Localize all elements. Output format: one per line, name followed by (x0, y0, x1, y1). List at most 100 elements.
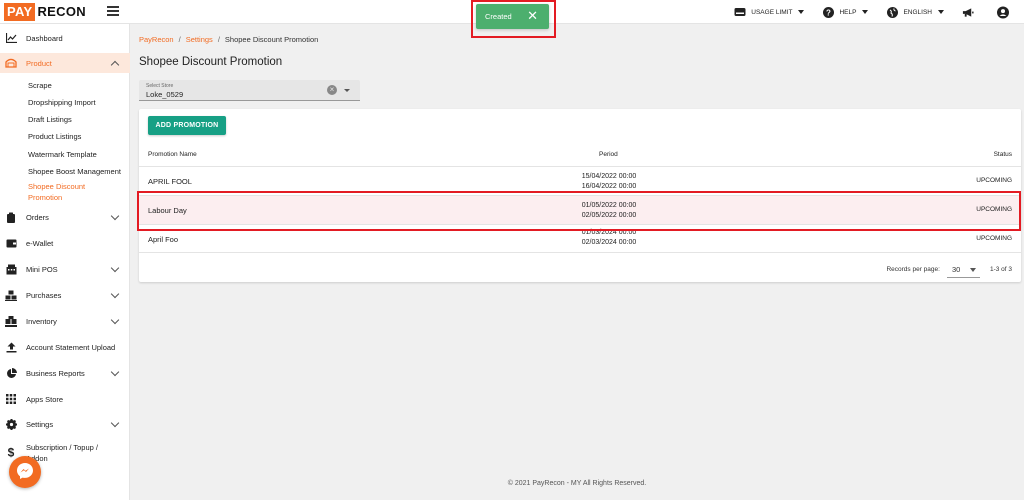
chevron-down-icon (969, 268, 976, 272)
help-label: HELP (839, 8, 857, 16)
records-per-page-label: Records per page: (886, 266, 940, 273)
language-label: ENGLISH (903, 8, 932, 16)
sidebar-subitem-shopee-boost[interactable]: Shopee Boost Management (28, 166, 128, 177)
sidebar-item-product[interactable]: Product (0, 53, 130, 73)
sidebar-subitem-draft-listings[interactable]: Draft Listings (28, 114, 128, 125)
usage-limit-menu[interactable]: USAGE LIMIT (734, 6, 805, 18)
inventory-icon (5, 315, 17, 327)
messenger-chat-button[interactable] (9, 456, 41, 488)
period-end: 02/03/2024 00:00 (581, 239, 637, 246)
breadcrumb-separator: / (217, 35, 220, 44)
chevron-down-icon (110, 263, 120, 272)
breadcrumb-separator: / (178, 35, 181, 44)
globe-icon (886, 6, 898, 18)
payrecon-logo[interactable]: PAY RECON (4, 3, 86, 21)
chevron-down-icon[interactable] (344, 89, 350, 92)
clear-icon[interactable]: × (327, 85, 337, 95)
grid-icon (5, 393, 17, 405)
toast-message: Created (485, 12, 512, 21)
sidebar-item-label: Dashboard (26, 33, 63, 43)
breadcrumb-settings[interactable]: Settings (186, 35, 213, 44)
breadcrumb: PayRecon / Settings / Shopee Discount Promot… (139, 35, 318, 44)
wallet-icon (5, 237, 17, 249)
created-toast: Created ✕ (476, 4, 549, 29)
sidebar-item-settings[interactable]: Settings (0, 417, 130, 431)
sidebar-item-label: Apps Store (26, 394, 64, 404)
sidebar-subitem-dropshipping-import[interactable]: Dropshipping Import (28, 97, 128, 108)
upload-icon (5, 341, 17, 353)
status-badge: UPCOMING (976, 235, 1012, 242)
language-menu[interactable]: ENGLISH (886, 6, 944, 18)
sidebar-item-label: Account Statement Upload (26, 342, 116, 352)
status-badge: UPCOMING (976, 177, 1012, 184)
promotion-name: April Foo (148, 235, 179, 244)
product-icon (5, 57, 17, 69)
promotion-period: 01/03/2024 00:00 02/03/2024 00:00 (559, 228, 659, 248)
sidebar-subitem-watermark-template[interactable]: Watermark Template (28, 149, 128, 160)
chevron-down-icon (110, 367, 120, 376)
sidebar-item-label: Purchases (26, 290, 62, 300)
sidebar-item-business-reports[interactable]: Business Reports (0, 366, 130, 380)
pie-chart-icon (5, 367, 17, 379)
sidebar-item-label: Inventory (26, 316, 57, 326)
store-select[interactable]: Select Store Loke_0529 × (139, 80, 360, 101)
sidebar-item-inventory[interactable]: Inventory (0, 314, 130, 328)
sidebar-subitem-shopee-discount-promotion[interactable]: Shopee Discount Promotion (28, 181, 98, 203)
gear-icon (5, 418, 17, 430)
dollar-icon: $ (5, 446, 17, 458)
add-promotion-button[interactable]: ADD PROMOTION (148, 116, 226, 135)
chevron-down-icon (110, 211, 120, 220)
sidebar-item-label: Settings (26, 419, 54, 429)
sidebar: Dashboard Product Scrape Dropshipping Im… (0, 24, 130, 500)
account-button[interactable] (997, 6, 1014, 18)
column-header-promotion-name[interactable]: Promotion Name (148, 151, 197, 158)
messenger-icon (16, 462, 34, 482)
sidebar-subitem-product-listings[interactable]: Product Listings (28, 131, 128, 142)
sidebar-item-apps-store[interactable]: Apps Store (0, 392, 130, 406)
row-highlight-outline (137, 191, 1021, 231)
help-menu[interactable]: ? HELP (822, 6, 869, 18)
breadcrumb-payrecon[interactable]: PayRecon (139, 35, 174, 44)
chevron-up-icon (110, 60, 120, 69)
logo-recon: RECON (37, 4, 86, 19)
sidebar-item-orders[interactable]: Orders (0, 210, 130, 224)
svg-text:?: ? (826, 8, 831, 17)
sidebar-subitem-scrape[interactable]: Scrape (28, 80, 128, 91)
top-actions: USAGE LIMIT ? HELP ENGLISH (716, 0, 1014, 24)
sidebar-item-label: Subscription / Topup / Addon (26, 443, 98, 463)
close-icon[interactable]: ✕ (527, 9, 538, 22)
column-header-period[interactable]: Period (599, 151, 618, 158)
column-header-status[interactable]: Status (994, 151, 1012, 158)
sidebar-item-label: e-Wallet (26, 238, 54, 248)
chevron-down-icon (862, 10, 869, 14)
records-per-page-select[interactable]: 30 (946, 261, 980, 278)
promotion-name: APRIL FOOL (148, 177, 192, 186)
logo-pay: PAY (4, 3, 36, 21)
orders-icon (5, 211, 17, 223)
sidebar-item-label: Orders (26, 212, 49, 222)
sidebar-item-label: Product (26, 58, 52, 68)
sidebar-item-mini-pos[interactable]: Mini POS (0, 262, 130, 276)
footer-copyright: © 2021 PayRecon - MY All Rights Reserved… (507, 480, 647, 487)
sidebar-item-account-statement-upload[interactable]: Account Statement Upload (0, 340, 130, 354)
pagination-range: 1-3 of 3 (989, 266, 1012, 273)
chevron-down-icon (798, 10, 805, 14)
sidebar-item-label: Mini POS (26, 264, 58, 274)
store-select-value: Loke_0529 (146, 90, 184, 99)
announcement-button[interactable] (962, 6, 979, 18)
pos-icon (5, 263, 17, 275)
usage-limit-label: USAGE LIMIT (751, 8, 793, 16)
svg-text:$: $ (8, 446, 15, 458)
sidebar-item-ewallet[interactable]: e-Wallet (0, 236, 130, 250)
purchases-icon (5, 289, 17, 301)
sidebar-item-dashboard[interactable]: Dashboard (0, 31, 130, 45)
sidebar-item-purchases[interactable]: Purchases (0, 288, 130, 302)
chevron-down-icon (110, 418, 120, 427)
store-select-label: Select Store (146, 83, 174, 89)
records-per-page-value: 30 (951, 264, 961, 274)
drive-icon (734, 6, 746, 18)
hamburger-menu-icon[interactable] (107, 6, 119, 16)
megaphone-icon (962, 6, 974, 18)
promotion-period: 15/04/2022 00:00 16/04/2022 00:00 (559, 172, 659, 192)
chevron-down-icon (110, 315, 120, 324)
